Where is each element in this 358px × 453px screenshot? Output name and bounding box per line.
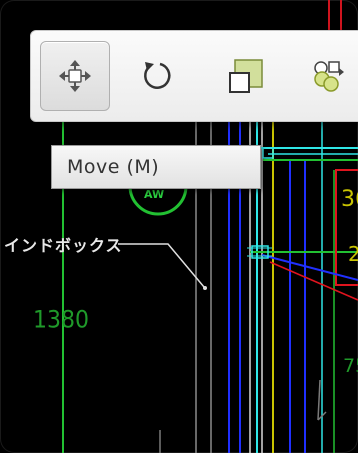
group-icon xyxy=(314,61,344,92)
blue-diagonal-line xyxy=(261,254,358,281)
scale-icon xyxy=(229,59,263,93)
leader-label: インドボックス xyxy=(4,236,123,255)
drawing-text: 36 xyxy=(341,187,358,212)
tooltip: Move (M) xyxy=(51,145,261,189)
move-tool-button[interactable] xyxy=(40,41,110,111)
group-tool-button[interactable] xyxy=(293,41,358,111)
move-icon xyxy=(59,60,91,92)
toolbar xyxy=(30,30,358,122)
drawing-text: 2 xyxy=(348,242,358,266)
gray-line xyxy=(317,379,321,421)
leader-dot xyxy=(203,286,207,290)
fitting-symbol xyxy=(262,147,274,159)
symbol-text: AW xyxy=(144,188,165,201)
rotate-tool-button[interactable] xyxy=(122,41,192,111)
drawing-text: 75 xyxy=(343,355,358,377)
scale-tool-button[interactable] xyxy=(211,41,281,111)
dimension-text: 1380 xyxy=(33,307,89,334)
rotate-icon xyxy=(144,62,171,89)
leader-line xyxy=(118,243,205,288)
